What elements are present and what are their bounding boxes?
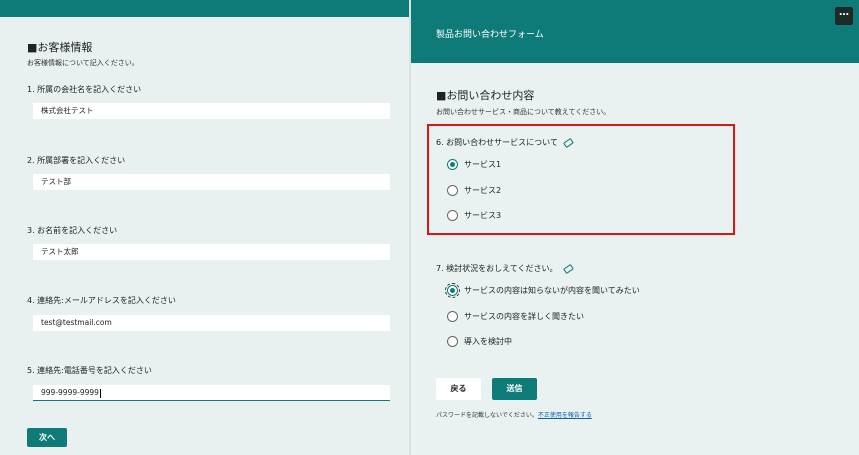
question-1-label: 1. 所属の会社名を記入ください <box>27 85 142 94</box>
phone-input-value: 999-9999-9999 <box>41 388 99 397</box>
section-description: お客様情報について記入ください。 <box>27 59 139 67</box>
section-title: ■お問い合わせ内容 <box>436 89 535 102</box>
company-name-input[interactable]: 株式会社テスト <box>33 103 390 119</box>
footer-text: パスワードを記載しないでください。 <box>436 412 538 419</box>
more-options-button[interactable]: … <box>835 7 853 25</box>
status-option-3[interactable]: 導入を検討中 <box>447 334 512 348</box>
header-band: 製品お問い合わせフォーム … <box>411 0 859 63</box>
question-5-label: 5. 連絡先:電話番号を記入ください <box>27 366 152 375</box>
option-label: サービスの内容を詳しく聞きたい <box>464 311 584 321</box>
section-title: ■お客様情報 <box>27 41 93 54</box>
radio-checked-icon[interactable] <box>445 282 460 298</box>
option-label: 導入を検討中 <box>464 336 512 346</box>
radio-icon[interactable] <box>447 310 458 322</box>
question-4-label: 4. 連絡先:メールアドレスを記入ください <box>27 296 176 305</box>
department-input[interactable]: テスト部 <box>33 174 390 190</box>
section-description: お問い合わせサービス・商品について教えてください。 <box>436 108 611 116</box>
text-cursor <box>99 388 101 398</box>
customer-info-panel: ■お客様情報 お客様情報について記入ください。 1. 所属の会社名を記入ください… <box>0 0 409 455</box>
submit-button[interactable]: 送信 <box>492 378 537 400</box>
option-label: サービスの内容は知らないが内容を聞いてみたい <box>464 285 640 295</box>
question-3-label: 3. お名前を記入ください <box>27 226 118 235</box>
question-7-text: 7. 検討状況をおしえてください。 <box>436 264 558 273</box>
footer-note: パスワードを記載しないでください。不正使用を報告する <box>436 410 592 419</box>
status-option-2[interactable]: サービスの内容を詳しく聞きたい <box>447 309 584 323</box>
form-title: 製品お問い合わせフォーム <box>436 30 544 40</box>
question-7-label: 7. 検討状況をおしえてください。 <box>436 263 574 274</box>
inquiry-panel: 製品お問い合わせフォーム … ■お問い合わせ内容 お問い合わせサービス・商品につ… <box>411 0 859 455</box>
back-button[interactable]: 戻る <box>436 378 481 400</box>
name-input[interactable]: テスト太郎 <box>33 244 390 260</box>
eraser-icon[interactable] <box>562 263 574 274</box>
status-option-1[interactable]: サービスの内容は知らないが内容を聞いてみたい <box>445 282 640 298</box>
report-abuse-link[interactable]: 不正使用を報告する <box>538 412 592 419</box>
radio-icon[interactable] <box>447 335 458 347</box>
question-2-label: 2. 所属部署を記入ください <box>27 156 126 165</box>
next-button[interactable]: 次へ <box>27 428 67 447</box>
header-band <box>0 0 409 17</box>
email-input[interactable]: test@testmail.com <box>33 315 390 331</box>
phone-input[interactable]: 999-9999-9999 <box>33 385 390 401</box>
highlight-box <box>427 124 735 235</box>
